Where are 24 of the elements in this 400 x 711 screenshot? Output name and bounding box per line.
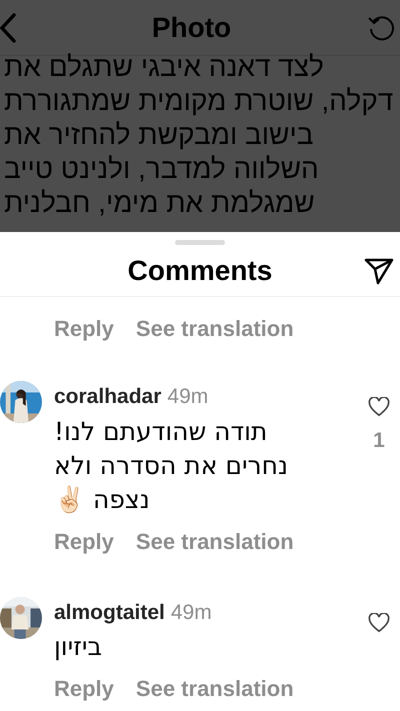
translation-link[interactable]: See translation — [136, 676, 294, 702]
caption-line: בישוב ומבקשת להחזיר את — [4, 118, 314, 152]
comment-time: 49m — [170, 600, 212, 626]
caption-line: שמגלמת את מימי, חבלנית — [4, 186, 315, 220]
translation-link[interactable]: See translation — [136, 303, 294, 355]
reply-link[interactable]: Reply — [54, 303, 114, 355]
comment-text: ביזיון — [54, 631, 103, 663]
send-icon[interactable] — [364, 257, 394, 285]
caption-line: השלווה למדבר, ולנינט טייב — [4, 152, 319, 186]
reply-link[interactable]: Reply — [54, 528, 114, 554]
header-title: Photo — [152, 10, 232, 44]
username[interactable]: almogtaitel — [54, 596, 165, 628]
sheet-title: Comments — [128, 254, 272, 288]
heart-icon[interactable] — [368, 397, 390, 417]
caption-line: לצד דאנה איבגי שתגלם את — [4, 50, 324, 84]
caption-line: דקלה, שוטרת מקומית שמתגוררת — [4, 84, 394, 118]
comment-time: 49m — [167, 384, 208, 410]
drag-handle[interactable] — [175, 240, 225, 245]
username[interactable]: coralhadar — [54, 381, 162, 412]
reply-link[interactable]: Reply — [54, 676, 114, 702]
translation-link[interactable]: See translation — [136, 528, 294, 554]
like-count: 1 — [373, 428, 385, 454]
comment-text: תודה שהודעתם לנו! נחרים את הסדרה ולא נצפה ✌🏻 — [54, 416, 289, 516]
heart-icon[interactable] — [368, 612, 390, 632]
